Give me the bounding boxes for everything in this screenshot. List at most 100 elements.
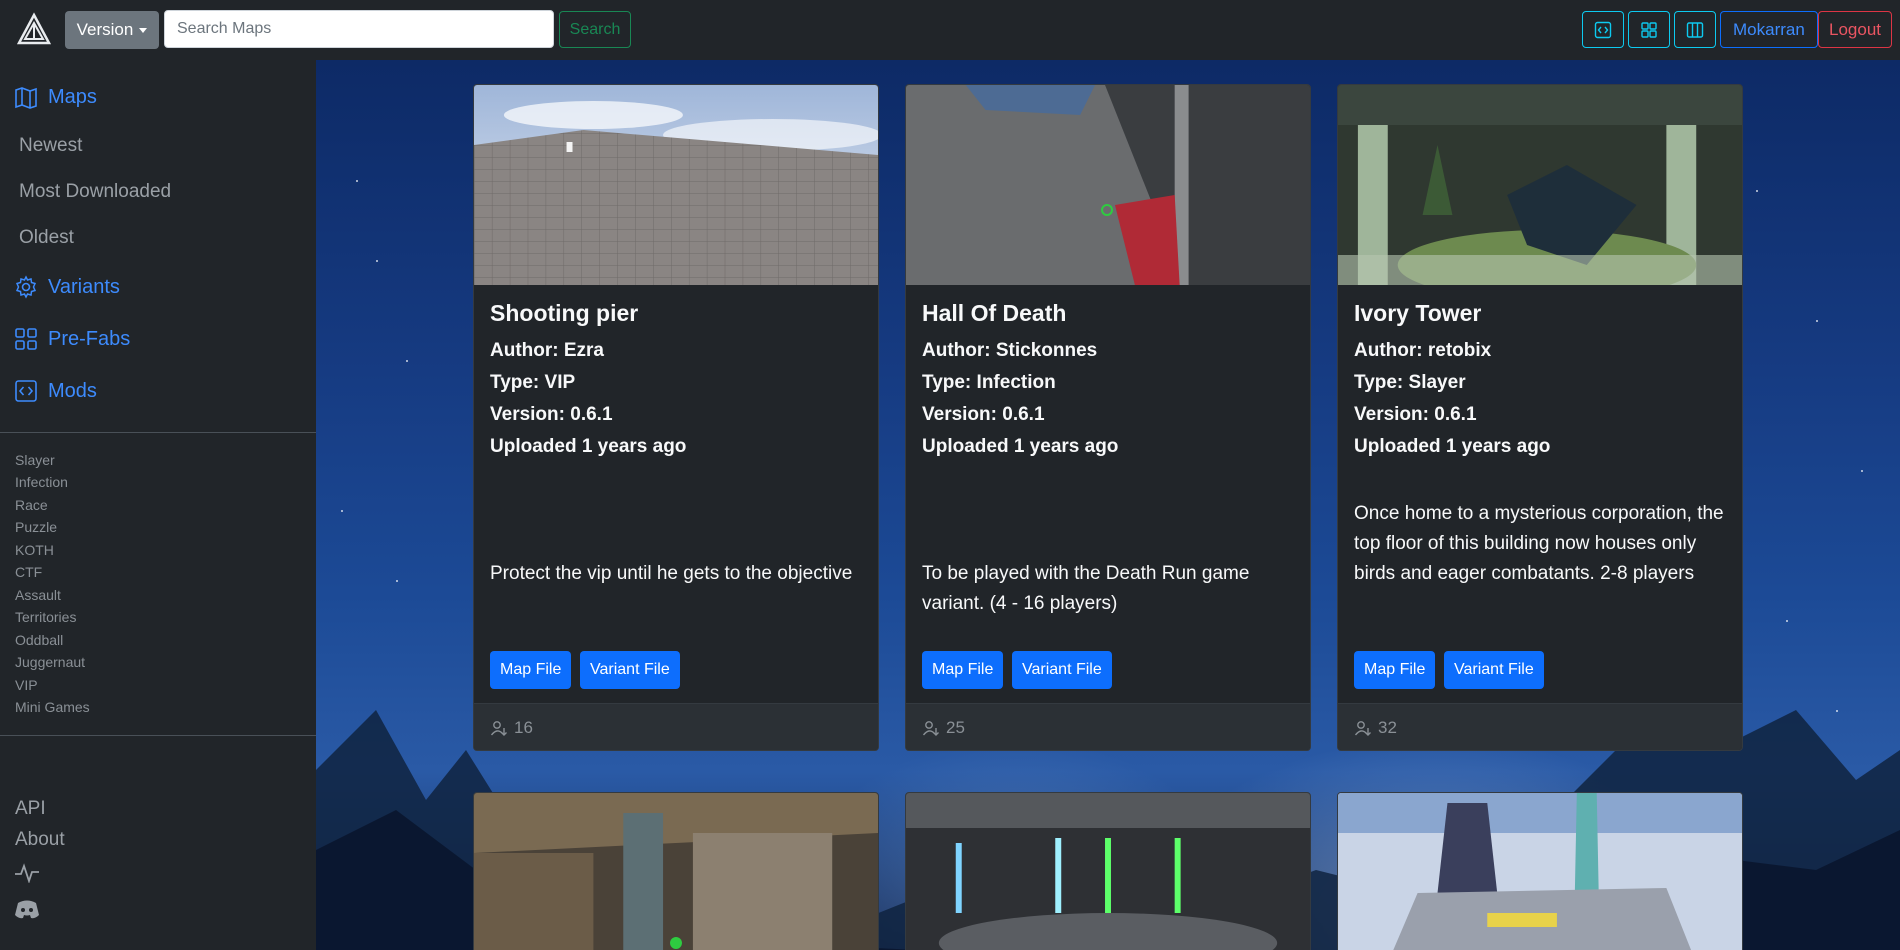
category-link[interactable]: Race: [15, 497, 48, 513]
sidebar-item-mods[interactable]: Mods: [14, 379, 97, 403]
map-author: Author: retobix: [1354, 340, 1492, 361]
embed-view-button[interactable]: [1582, 11, 1624, 48]
grid-icon: [15, 328, 37, 350]
download-count: 25: [946, 717, 965, 737]
map-icon: [15, 86, 37, 109]
map-card: Ivory Tower Author: retobix Type: Slayer…: [1337, 84, 1743, 751]
map-card: [473, 792, 879, 950]
map-thumbnail[interactable]: [474, 793, 878, 950]
site-logo-icon[interactable]: [16, 12, 52, 48]
card-footer: 16: [474, 703, 878, 750]
map-title[interactable]: Hall Of Death: [922, 300, 1066, 327]
map-uploaded: Uploaded 1 years ago: [490, 436, 687, 457]
map-author: Author: Ezra: [490, 340, 604, 361]
category-link[interactable]: Puzzle: [15, 519, 57, 535]
download-count-icon: [490, 720, 507, 736]
main-content: Shooting pier Author: Ezra Type: VIP Ver…: [316, 60, 1900, 950]
chevron-down-icon: [139, 27, 148, 33]
code-icon: [15, 380, 37, 402]
grid-icon: [1641, 21, 1657, 38]
category-link[interactable]: Oddball: [15, 632, 63, 648]
gear-icon: [15, 275, 37, 299]
map-description: Protect the vip until he gets to the obj…: [490, 563, 853, 584]
star: [341, 510, 343, 512]
variant-file-button[interactable]: Variant File: [1012, 651, 1112, 689]
map-file-button[interactable]: Map File: [922, 651, 1004, 689]
map-version: Version: 0.6.1: [922, 404, 1045, 425]
search-input[interactable]: [164, 10, 554, 48]
star: [1756, 190, 1758, 192]
user-profile-button[interactable]: Mokarran: [1720, 11, 1818, 48]
api-link[interactable]: API: [15, 798, 46, 820]
map-description: To be played with the Death Run game var…: [922, 563, 1250, 614]
star: [1786, 620, 1788, 622]
star: [1861, 470, 1863, 472]
sidebar-divider: [0, 432, 316, 433]
map-thumbnail[interactable]: [1338, 793, 1742, 950]
star: [1816, 320, 1818, 322]
version-dropdown[interactable]: Version: [65, 11, 159, 49]
logout-button[interactable]: Logout: [1818, 11, 1892, 48]
columns-icon: [1686, 21, 1704, 38]
card-footer: 25: [906, 703, 1310, 750]
category-link[interactable]: Infection: [15, 474, 68, 490]
map-author: Author: Stickonnes: [922, 340, 1098, 361]
sidebar-item-maps[interactable]: Maps: [14, 86, 97, 109]
map-uploaded: Uploaded 1 years ago: [922, 436, 1119, 457]
grid-view-button[interactable]: [1628, 11, 1670, 48]
map-file-button[interactable]: Map File: [1354, 651, 1436, 689]
category-link[interactable]: Juggernaut: [15, 654, 85, 670]
sidebar-item-label: Maps: [48, 86, 97, 108]
discord-icon[interactable]: [14, 898, 40, 920]
sidebar-item-prefabs[interactable]: Pre-Fabs: [14, 327, 130, 351]
sidebar-item-label: Variants: [48, 275, 120, 298]
sidebar-sort-newest[interactable]: Newest: [19, 135, 82, 157]
category-link[interactable]: Assault: [15, 587, 61, 603]
map-description: Once home to a mysterious corporation, t…: [1354, 503, 1724, 584]
map-type: Type: Infection: [922, 372, 1056, 393]
map-version: Version: 0.6.1: [490, 404, 613, 425]
sidebar-divider: [0, 735, 316, 736]
map-file-button[interactable]: Map File: [490, 651, 572, 689]
map-version: Version: 0.6.1: [1354, 404, 1477, 425]
category-link[interactable]: Slayer: [15, 452, 55, 468]
category-link[interactable]: KOTH: [15, 542, 54, 558]
map-thumbnail[interactable]: [474, 85, 878, 285]
code-square-icon: [1594, 21, 1612, 38]
version-label: Version: [76, 20, 134, 39]
sidebar-sort-most-downloaded[interactable]: Most Downloaded: [19, 181, 171, 203]
activity-icon[interactable]: [14, 863, 40, 883]
map-card: [1337, 792, 1743, 950]
search-button[interactable]: Search: [559, 11, 631, 48]
star: [376, 260, 378, 262]
download-count: 16: [514, 717, 533, 737]
top-navbar: Version Search Mokarran Logout: [0, 0, 1900, 60]
map-thumbnail[interactable]: [906, 85, 1310, 285]
category-link[interactable]: Territories: [15, 609, 76, 625]
column-view-button[interactable]: [1674, 11, 1716, 48]
sidebar-sort-oldest[interactable]: Oldest: [19, 227, 74, 249]
category-link[interactable]: VIP: [15, 677, 38, 693]
map-thumbnail[interactable]: [906, 793, 1310, 950]
sidebar: Maps Newest Most Downloaded Oldest Varia…: [0, 60, 316, 950]
variant-file-button[interactable]: Variant File: [580, 651, 680, 689]
star: [356, 180, 358, 182]
download-count-icon: [922, 720, 939, 736]
about-link[interactable]: About: [15, 829, 65, 851]
map-uploaded: Uploaded 1 years ago: [1354, 436, 1551, 457]
card-footer: 32: [1338, 703, 1742, 750]
map-card: [905, 792, 1311, 950]
map-card: Hall Of Death Author: Stickonnes Type: I…: [905, 84, 1311, 751]
category-link[interactable]: Mini Games: [15, 699, 90, 715]
sidebar-item-variants[interactable]: Variants: [14, 275, 120, 299]
download-count-icon: [1354, 720, 1371, 736]
category-link[interactable]: CTF: [15, 564, 42, 580]
map-thumbnail[interactable]: [1338, 85, 1742, 285]
star: [396, 580, 398, 582]
map-title[interactable]: Shooting pier: [490, 300, 638, 327]
sidebar-item-label: Pre-Fabs: [48, 327, 131, 350]
download-count: 32: [1378, 717, 1397, 737]
map-card: Shooting pier Author: Ezra Type: VIP Ver…: [473, 84, 879, 751]
variant-file-button[interactable]: Variant File: [1444, 651, 1544, 689]
map-title[interactable]: Ivory Tower: [1354, 300, 1481, 327]
